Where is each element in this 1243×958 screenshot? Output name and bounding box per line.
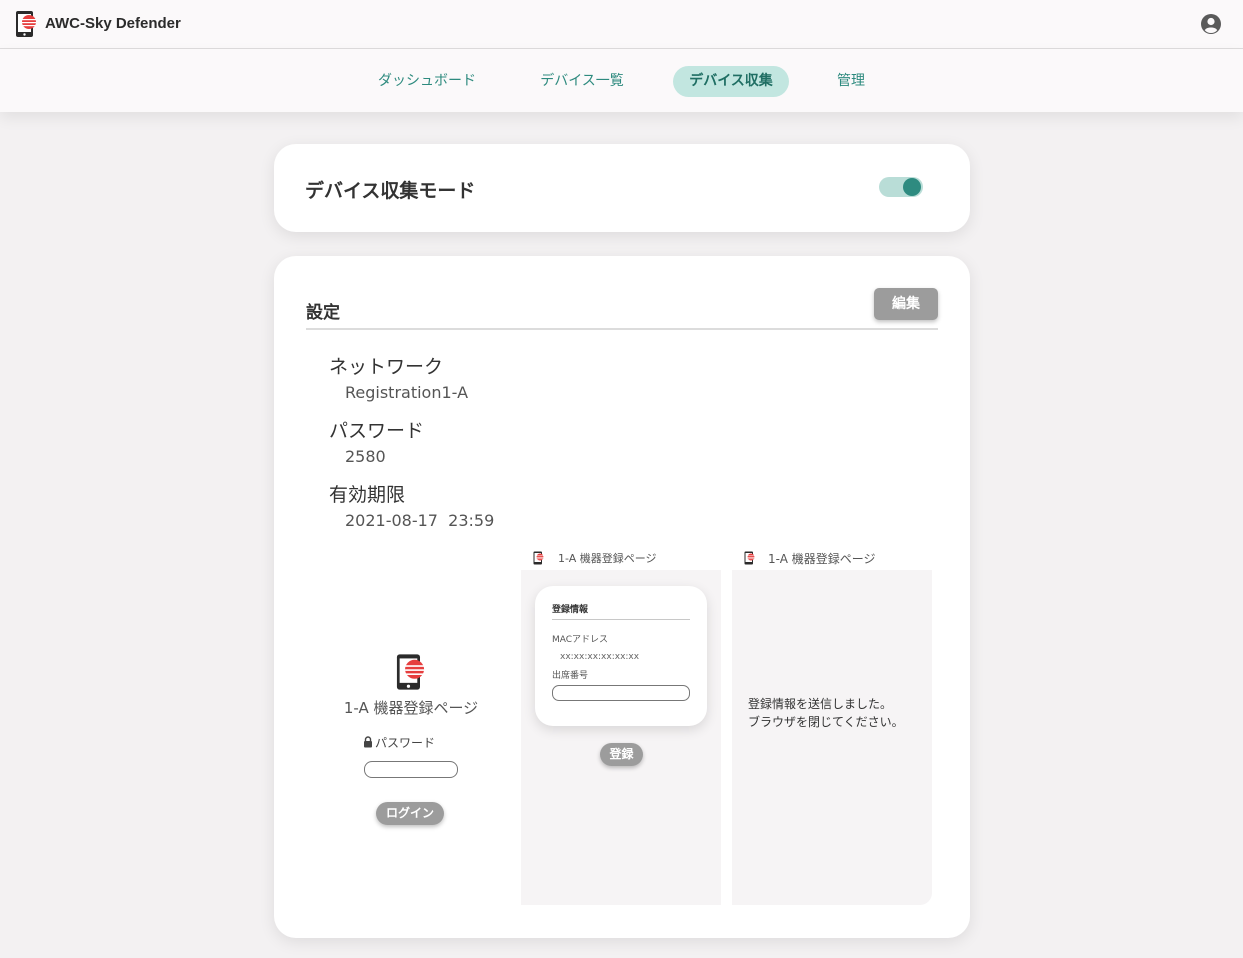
network-label: ネットワーク — [329, 356, 444, 378]
settings-card: 設定 編集 ネットワーク Registration1-A パスワード 2580 … — [274, 256, 970, 938]
tab-device-collection[interactable]: デバイス収集 — [673, 66, 789, 97]
done-preview-panel — [732, 570, 932, 905]
seat-number-input[interactable] — [552, 685, 690, 701]
account-icon[interactable] — [1200, 13, 1222, 35]
registration-info-title: 登録情報 — [552, 605, 589, 615]
registration-info-divider — [552, 619, 690, 620]
edit-button[interactable]: 編集 — [874, 288, 938, 320]
nav-bar: ダッシュボード デバイス一覧 デバイス収集 管理 — [0, 49, 1243, 112]
collection-mode-title: デバイス収集モード — [305, 180, 476, 202]
registration-info-card: 登録情報 MACアドレス xx:xx:xx:xx:xx:xx 出席番号 — [535, 586, 707, 726]
done-message-line2: ブラウザを閉じてください。 — [748, 715, 904, 729]
app-title: AWC-Sky Defender — [45, 15, 181, 32]
app-logo-icon — [744, 551, 755, 565]
mac-address-label: MACアドレス — [552, 635, 609, 645]
login-button[interactable]: ログイン — [376, 802, 444, 825]
top-app-bar: AWC-Sky Defender — [0, 0, 1243, 49]
tab-admin[interactable]: 管理 — [826, 66, 876, 97]
password-value: 2580 — [345, 447, 386, 466]
seat-number-label: 出席番号 — [552, 671, 589, 681]
done-message: 登録情報を送信しました。 ブラウザを閉じてください。 — [748, 695, 904, 731]
network-value: Registration1-A — [345, 383, 469, 402]
app-logo-icon — [396, 654, 425, 690]
expiry-value: 2021-08-17 23:59 — [345, 511, 495, 530]
app-logo-icon — [533, 551, 544, 565]
collection-mode-toggle[interactable] — [879, 177, 923, 197]
login-password-label-text: パスワード — [375, 736, 436, 750]
login-password-label: パスワード — [363, 734, 435, 751]
register-button[interactable]: 登録 — [600, 743, 643, 766]
password-label: パスワード — [329, 420, 425, 442]
collection-mode-card: デバイス収集モード — [274, 144, 970, 232]
app-logo-icon — [16, 11, 36, 37]
login-page-title: 1-A 機器登録ページ — [343, 699, 479, 717]
settings-title: 設定 — [306, 303, 340, 323]
mac-address-value: xx:xx:xx:xx:xx:xx — [560, 652, 640, 662]
register-page-title: 1-A 機器登録ページ — [558, 552, 657, 565]
expiry-label: 有効期限 — [329, 484, 406, 506]
done-page-title: 1-A 機器登録ページ — [768, 552, 876, 566]
settings-divider — [306, 328, 938, 330]
toggle-knob — [903, 178, 921, 196]
done-message-line1: 登録情報を送信しました。 — [748, 697, 893, 711]
tab-device-list[interactable]: デバイス一覧 — [528, 66, 636, 97]
tab-dashboard[interactable]: ダッシュボード — [368, 66, 486, 97]
lock-icon — [364, 736, 372, 748]
login-password-input[interactable] — [364, 761, 458, 778]
